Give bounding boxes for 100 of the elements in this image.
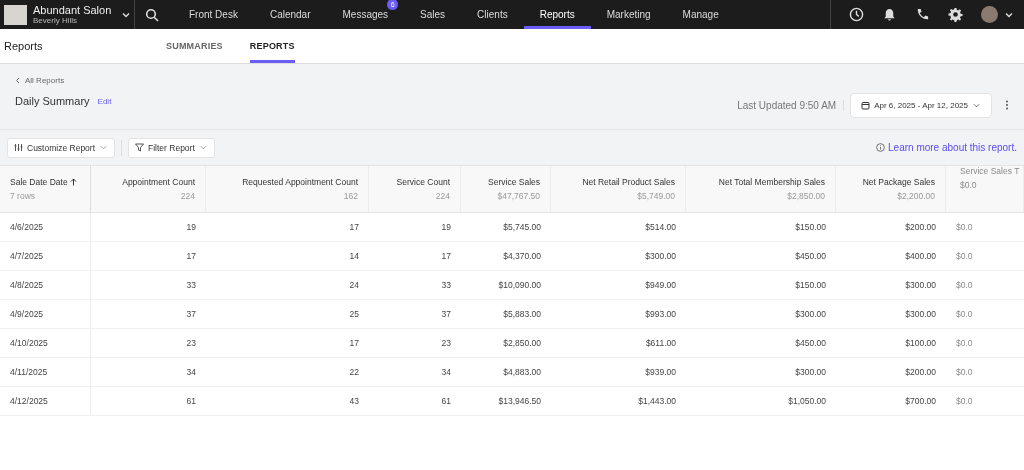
nav-tab[interactable]: Front Desk (173, 0, 254, 29)
table-cell: $611.00 (645, 338, 676, 348)
table-cell: 43 (349, 396, 359, 406)
search-icon[interactable] (145, 7, 159, 22)
column-header[interactable]: Appointment Count (122, 177, 195, 187)
column-total: $5,749.00 (637, 191, 675, 201)
phone-icon[interactable] (915, 7, 930, 22)
nav-tab[interactable]: Reports (523, 0, 591, 29)
table-cell: $10,090.00 (498, 280, 541, 290)
table-cell: 14 (349, 251, 359, 261)
table-cell: $939.00 (645, 367, 676, 377)
table-cell: 19 (186, 222, 196, 232)
filter-report-button[interactable]: Filter Report (128, 137, 215, 158)
table-cell: $2,850.00 (503, 338, 541, 348)
nav-tab[interactable]: Calendar (253, 0, 327, 29)
column-header[interactable]: Service Count (396, 177, 450, 187)
chevron-left-icon[interactable] (15, 77, 20, 84)
table-cell: $200.00 (905, 222, 936, 232)
column-header[interactable]: Requested Appointment Count (242, 177, 358, 187)
more-options-icon[interactable] (1005, 100, 1009, 110)
table-cell: 23 (441, 338, 451, 348)
column-total: 224 (180, 191, 195, 201)
column-header[interactable]: Net Total Membership Sales (718, 177, 825, 187)
learn-more-link[interactable]: Learn more about this report. (888, 142, 1017, 153)
table-cell: 22 (349, 367, 359, 377)
column-total: 162 (343, 191, 358, 201)
table-cell: $0.0 (956, 338, 973, 348)
column-total: $2,850.00 (787, 191, 825, 201)
table-cell: 37 (186, 309, 196, 319)
table-cell: $4,370.00 (503, 251, 541, 261)
edit-link[interactable]: Edit (97, 96, 112, 106)
table-cell: 17 (349, 222, 359, 232)
table-cell: $0.0 (956, 396, 973, 406)
table-cell: 4/7/2025 (10, 251, 44, 261)
column-total: $47,767.50 (497, 191, 540, 201)
column-header[interactable]: Sale Date Date (10, 177, 68, 187)
salon-logo (4, 4, 27, 25)
table-cell: 4/10/2025 (10, 338, 48, 348)
column-header[interactable]: Service Sales (488, 177, 540, 187)
table-cell: 33 (441, 280, 451, 290)
table-cell: 4/11/2025 (10, 367, 48, 377)
table-cell: $300.00 (905, 309, 936, 319)
column-total: $0.0 (960, 180, 977, 190)
table-cell: $13,946.50 (498, 396, 541, 406)
table-cell: $700.00 (905, 396, 936, 406)
tab[interactable]: SUMMARIES (166, 29, 223, 63)
back-link[interactable]: All Reports (25, 76, 65, 85)
info-icon (876, 143, 886, 152)
table-cell: $200.00 (905, 367, 936, 377)
table-cell: $1,443.00 (638, 396, 676, 406)
chevron-down-icon (99, 143, 109, 152)
chevron-down-icon (198, 143, 208, 152)
business-location: Beverly Hills (33, 16, 78, 25)
column-header[interactable]: Net Retail Product Sales (582, 177, 675, 187)
table-cell: $300.00 (795, 367, 826, 377)
bell-icon[interactable] (882, 7, 897, 22)
table-cell: $150.00 (795, 280, 826, 290)
column-header[interactable]: Net Package Sales (862, 177, 935, 187)
table-cell: $300.00 (645, 251, 676, 261)
nav-tab[interactable]: Sales (404, 0, 462, 29)
table-cell: $5,883.00 (503, 309, 541, 319)
table-cell: $514.00 (645, 222, 676, 232)
last-updated-text: Last Updated 9:50 AM (737, 99, 845, 111)
table-cell: $0.0 (956, 222, 973, 232)
page-title: Reports (3, 40, 44, 52)
table-cell: 37 (441, 309, 451, 319)
nav-tab[interactable]: Marketing (590, 0, 667, 29)
date-range-picker[interactable]: Apr 6, 2025 - Apr 12, 2025 (850, 92, 992, 118)
sort-up-arrow-icon[interactable] (69, 178, 77, 186)
avatar[interactable] (981, 6, 998, 23)
column-header[interactable]: Service Sales T (960, 166, 1020, 176)
table-cell: 34 (441, 367, 451, 377)
column-total: $2,200.00 (897, 191, 935, 201)
table-cell: $450.00 (795, 251, 826, 261)
table-cell: $100.00 (905, 338, 936, 348)
filter-icon (135, 143, 145, 152)
table-cell: 24 (349, 280, 359, 290)
table-cell: $300.00 (795, 309, 826, 319)
settings-icon[interactable] (948, 7, 963, 22)
nav-tab[interactable]: Clients (461, 0, 524, 29)
table-cell: $0.0 (956, 251, 973, 261)
customize-report-button[interactable]: Customize Report (7, 137, 116, 158)
clock-icon[interactable] (849, 7, 864, 22)
table-cell: $150.00 (795, 222, 826, 232)
table-cell: 4/9/2025 (10, 309, 44, 319)
table-cell: $300.00 (905, 280, 936, 290)
table-cell: 61 (186, 396, 196, 406)
table-cell: $450.00 (795, 338, 826, 348)
table-cell: $5,745.00 (503, 222, 541, 232)
table-cell: 25 (349, 309, 359, 319)
table-cell: $400.00 (905, 251, 936, 261)
column-total: 224 (435, 191, 450, 201)
table-cell: 34 (186, 367, 196, 377)
table-cell: $993.00 (645, 309, 676, 319)
table-cell: 4/8/2025 (10, 280, 44, 290)
table-cell: $949.00 (645, 280, 676, 290)
column-total: 7 rows (10, 191, 36, 201)
table-cell: 4/6/2025 (10, 222, 44, 232)
calendar-icon (861, 100, 871, 110)
nav-tab[interactable]: Manage (666, 0, 735, 29)
